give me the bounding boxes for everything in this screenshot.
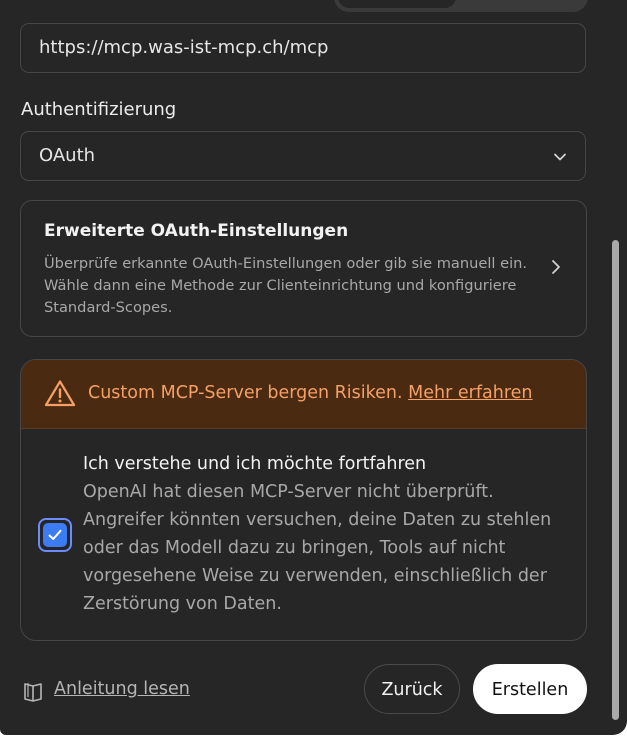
- auth-select-value: OAuth: [39, 145, 96, 166]
- acknowledge-checkbox[interactable]: [38, 518, 72, 552]
- segmented-toggle-selected[interactable]: [338, 0, 456, 8]
- back-button[interactable]: Zurück: [364, 664, 460, 714]
- acknowledge-description: OpenAI hat diesen MCP-Server nicht überp…: [83, 482, 552, 614]
- scrollbar-thumb[interactable]: [612, 240, 619, 720]
- acknowledge-title: Ich verstehe und ich möchte fortfahren: [83, 454, 427, 474]
- chevron-down-icon: [554, 153, 566, 161]
- auth-label: Authentifizierung: [21, 99, 177, 120]
- advanced-oauth-description: Überprüfe erkannte OAuth-Einstellungen o…: [44, 255, 528, 316]
- advanced-oauth-settings-button[interactable]: Erweiterte OAuth-Einstellungen Überprüfe…: [20, 200, 587, 337]
- risk-warning-message: Custom MCP-Server bergen Risiken.: [88, 383, 403, 403]
- create-button[interactable]: Erstellen: [473, 664, 587, 714]
- server-url-value: https://mcp.was-ist-mcp.ch/mcp: [39, 37, 329, 58]
- risk-warning-banner: Custom MCP-Server bergen Risiken. Mehr e…: [21, 360, 586, 429]
- acknowledge-checkbox-fill[interactable]: [43, 523, 67, 547]
- read-guide-link[interactable]: Anleitung lesen: [54, 676, 190, 702]
- auth-select[interactable]: OAuth: [20, 131, 586, 181]
- checkmark-icon: [48, 529, 62, 540]
- server-url-input[interactable]: https://mcp.was-ist-mcp.ch/mcp: [20, 23, 586, 73]
- risk-warning-text: Custom MCP-Server bergen Risiken. Mehr e…: [88, 380, 533, 406]
- advanced-oauth-title: Erweiterte OAuth-Einstellungen: [44, 221, 349, 241]
- chevron-right-icon: [552, 260, 560, 274]
- learn-more-link[interactable]: Mehr erfahren: [408, 383, 532, 403]
- book-icon: [24, 683, 42, 702]
- segmented-toggle[interactable]: [334, 0, 588, 12]
- mcp-server-dialog: https://mcp.was-ist-mcp.ch/mcp Authentif…: [0, 0, 627, 735]
- risk-panel: Custom MCP-Server bergen Risiken. Mehr e…: [20, 359, 587, 641]
- warning-triangle-icon: [44, 380, 76, 407]
